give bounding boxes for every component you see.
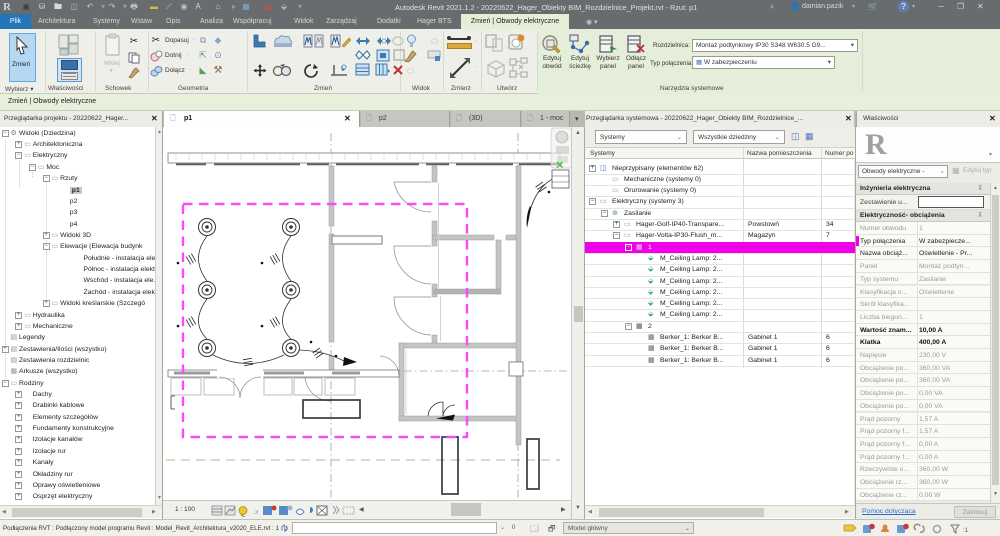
svg-text::1: :1 bbox=[963, 528, 969, 534]
svg-text:.x: .x bbox=[253, 509, 259, 516]
